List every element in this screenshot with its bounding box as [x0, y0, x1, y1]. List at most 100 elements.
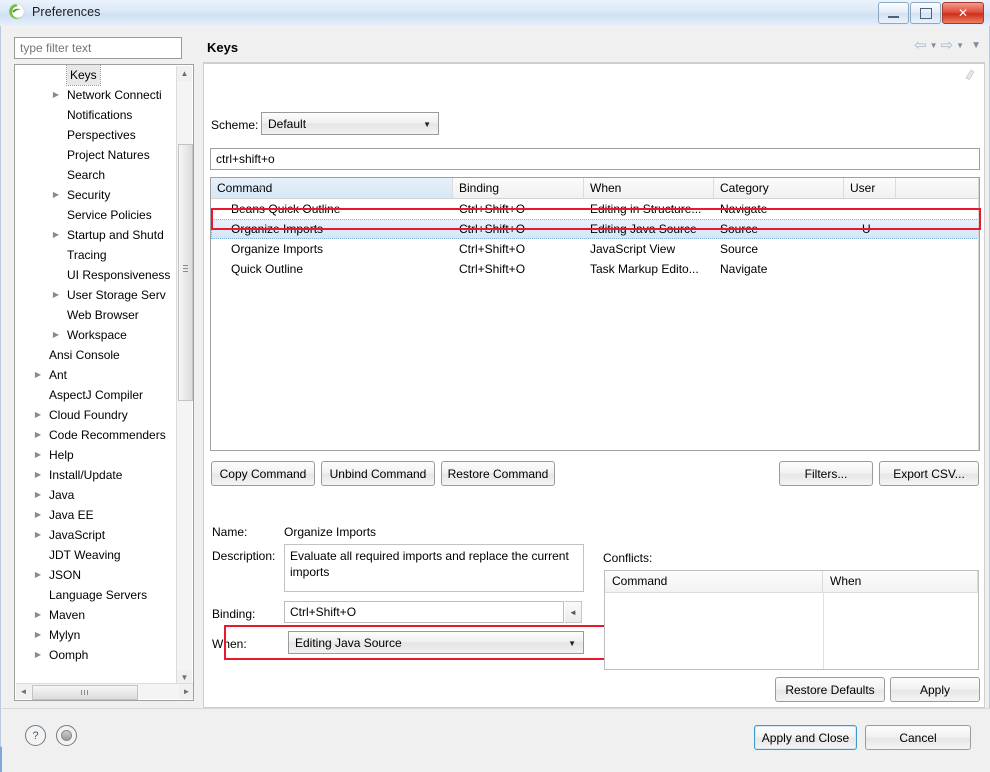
expand-arrow-icon[interactable]: ▶ — [51, 285, 61, 305]
close-button[interactable]: ✕ — [942, 2, 984, 24]
table-row[interactable]: Quick Outline Ctrl+Shift+O Task Markup Edi… — [211, 259, 979, 279]
scroll-up-icon[interactable]: ▲ — [177, 66, 192, 81]
conflicts-column-header-command[interactable]: Command — [605, 571, 823, 592]
tree-horizontal-scroll-thumb[interactable] — [32, 685, 138, 700]
table-column-header-when[interactable]: When — [584, 178, 714, 198]
expand-arrow-icon[interactable]: ▶ — [33, 365, 43, 385]
tree-vertical-scroll-thumb[interactable] — [178, 144, 193, 401]
expand-arrow-icon[interactable]: ▶ — [33, 485, 43, 505]
view-menu-icon[interactable]: ▼ — [971, 40, 981, 51]
table-column-header[interactable] — [896, 178, 979, 198]
sidebar-item-aspectj-compiler[interactable]: AspectJ Compiler — [15, 385, 178, 405]
scroll-left-icon[interactable]: ◄ — [16, 684, 31, 699]
sidebar-item-service-policies[interactable]: Service Policies — [15, 205, 178, 225]
scroll-right-icon[interactable]: ► — [179, 684, 193, 699]
sidebar-item-code-recommenders[interactable]: ▶ Code Recommenders — [15, 425, 178, 445]
expand-arrow-icon[interactable]: ▶ — [51, 185, 61, 205]
expand-arrow-icon[interactable]: ▶ — [33, 465, 43, 485]
table-column-header-binding[interactable]: Binding — [453, 178, 584, 198]
expand-arrow-icon[interactable]: ▶ — [51, 85, 61, 105]
sidebar-item-workspace[interactable]: ▶ Workspace — [15, 325, 178, 345]
expand-arrow-icon[interactable]: ▶ — [33, 425, 43, 445]
sidebar-item-mylyn[interactable]: ▶ Mylyn — [15, 625, 178, 645]
filters-button[interactable]: Filters... — [779, 461, 873, 486]
conflicts-label: Conflicts: — [603, 551, 653, 565]
expand-arrow-icon[interactable]: ▶ — [33, 405, 43, 425]
table-row[interactable]: Organize Imports Ctrl+Shift+O JavaScript V… — [211, 239, 979, 259]
minimize-button[interactable] — [878, 2, 909, 24]
when-combo[interactable]: Editing Java Source ▼ — [288, 631, 584, 654]
apply-button[interactable]: Apply — [890, 677, 980, 702]
sidebar-item-tracing[interactable]: Tracing — [15, 245, 178, 265]
forward-dropdown-icon[interactable]: ▼ — [956, 41, 964, 50]
forward-icon[interactable]: ⇨ — [941, 38, 954, 53]
sidebar-item-project-natures[interactable]: Project Natures — [15, 145, 178, 165]
back-dropdown-icon[interactable]: ▼ — [930, 41, 938, 50]
copy-command-button[interactable]: Copy Command — [211, 461, 315, 486]
conflicts-table[interactable]: Command When — [604, 570, 979, 670]
maximize-button[interactable] — [910, 2, 941, 24]
key-bindings-table[interactable]: Command ▲ Binding When Category User Beans Qu… — [210, 177, 980, 451]
sidebar-item-startup-and-shutd[interactable]: ▶ Startup and Shutd — [15, 225, 178, 245]
export-csv-button[interactable]: Export CSV... — [879, 461, 979, 486]
expand-arrow-icon[interactable]: ▶ — [33, 505, 43, 525]
restore-defaults-button[interactable]: Restore Defaults — [775, 677, 885, 702]
restore-command-button[interactable]: Restore Command — [441, 461, 555, 486]
sidebar-item-install-update[interactable]: ▶ Install/Update — [15, 465, 178, 485]
sidebar-item-jdt-weaving[interactable]: JDT Weaving — [15, 545, 178, 565]
tree-vertical-scrollbar[interactable]: ▲ ▼ — [176, 66, 193, 685]
sidebar-item-search[interactable]: Search — [15, 165, 178, 185]
table-scrollbar[interactable] — [978, 178, 979, 450]
sidebar-item-java-ee[interactable]: ▶ Java EE — [15, 505, 178, 525]
key-sequence-input[interactable] — [210, 148, 980, 170]
sidebar-item-javascript[interactable]: ▶ JavaScript — [15, 525, 178, 545]
binding-input[interactable]: Ctrl+Shift+O — [284, 601, 564, 623]
binding-side-button[interactable]: ◄ — [565, 601, 582, 623]
scheme-combo[interactable]: Default ▼ — [261, 112, 439, 135]
sidebar-item-language-servers[interactable]: Language Servers — [15, 585, 178, 605]
expand-arrow-icon[interactable]: ▶ — [33, 645, 43, 665]
table-column-header-command[interactable]: Command ▲ — [211, 178, 453, 198]
expand-arrow-icon[interactable]: ▶ — [33, 605, 43, 625]
tree-horizontal-scrollbar[interactable]: ◄ ► — [16, 683, 193, 700]
table-column-header-user[interactable]: User — [844, 178, 896, 198]
sidebar-item-keys[interactable]: Keys — [15, 65, 178, 86]
sidebar-item-notifications[interactable]: Notifications — [15, 105, 178, 125]
sidebar-item-cloud-foundry[interactable]: ▶ Cloud Foundry — [15, 405, 178, 425]
table-row[interactable]: Beans Quick Outline Ctrl+Shift+O Editing i… — [211, 199, 979, 219]
sidebar-item-ant[interactable]: ▶ Ant — [15, 365, 178, 385]
filter-input[interactable] — [14, 37, 182, 59]
help-icon[interactable]: ? — [25, 725, 46, 746]
sidebar-item-maven[interactable]: ▶ Maven — [15, 605, 178, 625]
conflicts-column-header-when[interactable]: When — [823, 571, 978, 592]
unbind-command-button[interactable]: Unbind Command — [321, 461, 435, 486]
sidebar-item-ui-responsiveness[interactable]: UI Responsiveness — [15, 265, 178, 285]
sidebar-item-oomph[interactable]: ▶ Oomph — [15, 645, 178, 665]
sidebar-item-help[interactable]: ▶ Help — [15, 445, 178, 465]
expand-arrow-icon[interactable]: ▶ — [33, 565, 43, 585]
sidebar-item-ansi-console[interactable]: Ansi Console — [15, 345, 178, 365]
sidebar-item-web-browser[interactable]: Web Browser — [15, 305, 178, 325]
back-icon[interactable]: ⇦ — [914, 38, 927, 53]
sidebar-item-perspectives[interactable]: Perspectives — [15, 125, 178, 145]
chevron-down-icon: ▼ — [568, 639, 576, 648]
preferences-tree[interactable]: Keys ▶ Network Connecti Notifications Perspe… — [14, 64, 194, 701]
sidebar-item-user-storage-serv[interactable]: ▶ User Storage Serv — [15, 285, 178, 305]
table-cell-command: Organize Imports — [231, 242, 324, 256]
sidebar-item-security[interactable]: ▶ Security — [15, 185, 178, 205]
expand-arrow-icon[interactable]: ▶ — [51, 225, 61, 245]
sidebar-item-json[interactable]: ▶ JSON — [15, 565, 178, 585]
sidebar-item-network-connecti[interactable]: ▶ Network Connecti — [15, 85, 178, 105]
expand-arrow-icon[interactable]: ▶ — [51, 325, 61, 345]
expand-arrow-icon[interactable]: ▶ — [33, 625, 43, 645]
eraser-icon[interactable] — [964, 68, 976, 81]
table-column-header-category[interactable]: Category — [714, 178, 844, 198]
cancel-button[interactable]: Cancel — [865, 725, 971, 750]
expand-arrow-icon[interactable]: ▶ — [33, 445, 43, 465]
expand-arrow-icon[interactable]: ▶ — [33, 525, 43, 545]
sidebar-item-label: Security — [67, 188, 111, 202]
sidebar-item-java[interactable]: ▶ Java — [15, 485, 178, 505]
apply-and-close-button[interactable]: Apply and Close — [754, 725, 857, 750]
record-icon[interactable] — [56, 725, 77, 746]
table-row[interactable]: Organize Imports Ctrl+Shift+O Editing Java… — [211, 219, 979, 239]
